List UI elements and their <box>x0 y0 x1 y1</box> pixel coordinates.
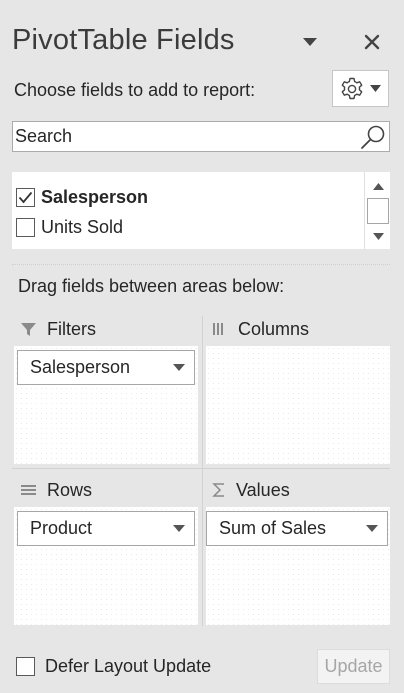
scroll-thumb[interactable] <box>367 198 389 224</box>
caret-down-icon <box>173 364 185 371</box>
pill-label: Product <box>30 518 93 538</box>
search-input[interactable] <box>13 122 353 151</box>
task-pane-options-button[interactable] <box>300 34 320 50</box>
pane-title: PivotTable Fields <box>12 24 235 56</box>
section-divider <box>12 264 390 265</box>
defer-layout-update-label: Defer Layout Update <box>45 656 212 676</box>
caret-down-icon <box>366 525 378 532</box>
filters-label: Filters <box>47 318 96 339</box>
rows-field-pill[interactable]: Product <box>17 511 195 546</box>
scroll-down-arrow-icon <box>373 232 384 240</box>
pill-dropdown[interactable] <box>357 525 387 532</box>
search-icon[interactable] <box>359 123 387 151</box>
drag-fields-label: Drag fields between areas below: <box>18 276 285 296</box>
area-divider-vertical[interactable] <box>202 316 203 626</box>
gear-icon <box>341 77 363 99</box>
filters-area-header: Filters <box>20 316 96 342</box>
close-button[interactable] <box>360 30 384 54</box>
field-list-scrollbar[interactable] <box>364 172 390 249</box>
field-item-salesperson[interactable]: Salesperson <box>16 184 148 210</box>
caret-down-icon <box>370 85 381 92</box>
columns-icon <box>213 323 223 335</box>
update-button[interactable]: Update <box>317 649 390 684</box>
area-divider-horizontal[interactable] <box>12 468 390 469</box>
search-box <box>12 121 390 152</box>
field-label: Units Sold <box>41 216 124 237</box>
field-list-settings-button[interactable] <box>332 70 389 107</box>
pill-dropdown[interactable] <box>164 364 194 371</box>
values-label: Values <box>236 479 290 500</box>
pill-label: Sum of Sales <box>219 518 327 538</box>
rows-icon <box>21 485 36 495</box>
scroll-up-button[interactable] <box>366 175 391 197</box>
sigma-icon <box>212 483 224 497</box>
rows-label: Rows <box>47 479 93 500</box>
rows-area-header: Rows <box>20 477 92 503</box>
choose-fields-label: Choose fields to add to report: <box>14 80 256 100</box>
pivottable-fields-pane: PivotTable Fields Choose fields to add t… <box>0 0 404 693</box>
field-checkbox-salesperson[interactable] <box>16 187 35 207</box>
caret-down-icon <box>303 38 317 46</box>
field-label: Salesperson <box>41 186 149 207</box>
filter-icon <box>21 322 36 336</box>
field-item-units-sold[interactable]: Units Sold <box>16 214 123 240</box>
columns-label: Columns <box>238 318 310 339</box>
scroll-up-arrow-icon <box>373 182 384 190</box>
caret-down-icon <box>173 525 185 532</box>
values-area-header: Values <box>212 477 290 503</box>
defer-layout-update-toggle[interactable]: Defer Layout Update <box>16 656 211 677</box>
field-list: Salesperson Units Sold <box>12 172 390 249</box>
close-icon <box>364 34 380 50</box>
values-field-pill[interactable]: Sum of Sales <box>206 511 388 546</box>
field-checkbox-units-sold[interactable] <box>16 217 35 237</box>
filters-field-pill[interactable]: Salesperson <box>17 350 195 385</box>
checkmark-icon <box>18 191 33 203</box>
scroll-down-button[interactable] <box>366 225 391 247</box>
columns-drop-zone[interactable] <box>206 346 390 464</box>
columns-area-header: Columns <box>212 316 309 342</box>
pill-dropdown[interactable] <box>164 525 194 532</box>
defer-layout-update-checkbox[interactable] <box>16 657 35 676</box>
pill-label: Salesperson <box>30 357 131 377</box>
